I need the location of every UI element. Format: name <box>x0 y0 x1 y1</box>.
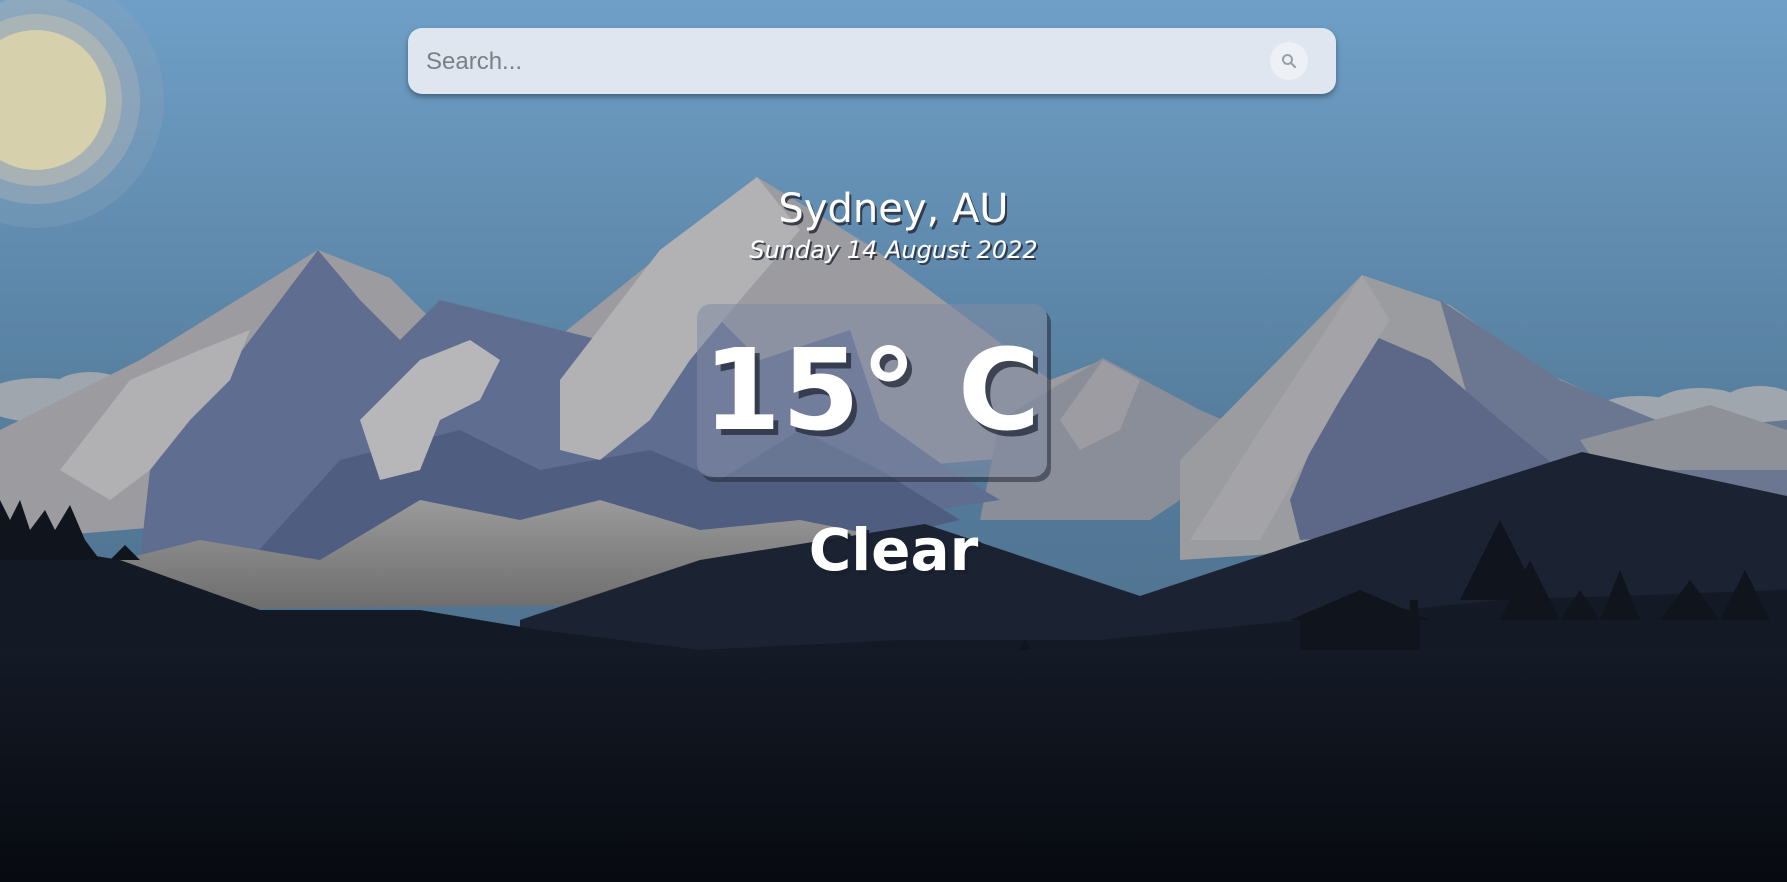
search-icon <box>1282 54 1297 69</box>
foreground-ground <box>0 650 1787 882</box>
weather-condition: Clear <box>808 516 979 584</box>
temperature-card: 15° C <box>697 304 1047 477</box>
temperature-value: 15° C <box>702 325 1042 456</box>
search-input[interactable] <box>424 28 1248 96</box>
location-title: Sydney, AU <box>778 186 1009 232</box>
search-button[interactable] <box>1270 42 1308 80</box>
search-bar <box>408 28 1336 96</box>
date-text: Sunday 14 August 2022 <box>749 236 1038 264</box>
